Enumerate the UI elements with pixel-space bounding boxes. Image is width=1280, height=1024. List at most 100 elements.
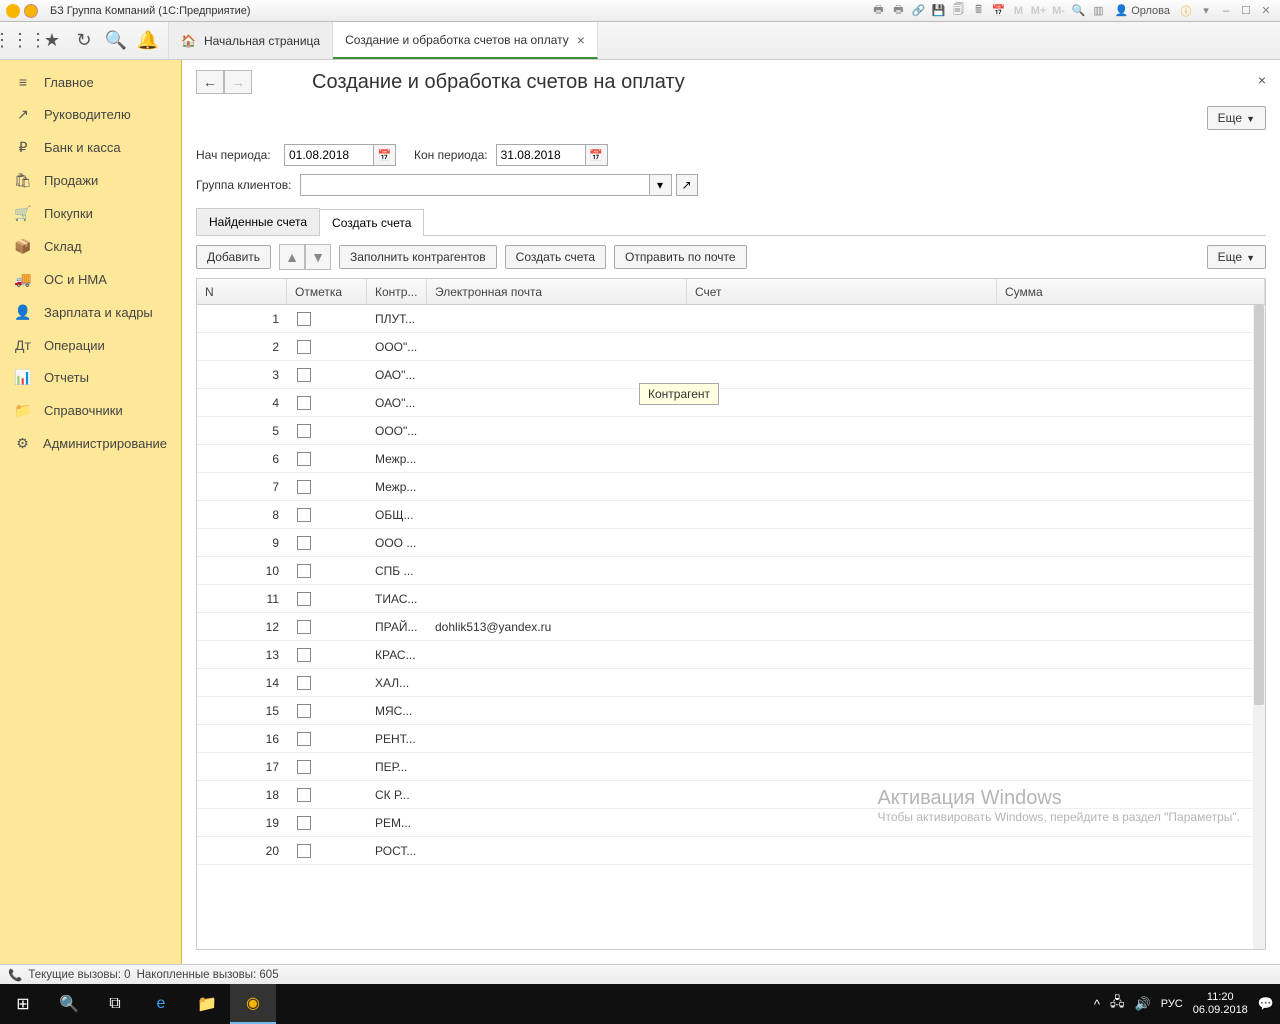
client-group-open-icon[interactable]: ↗ [676,174,698,196]
table-row[interactable]: 5ООО"... [197,417,1265,445]
table-row[interactable]: 20РОСТ... [197,837,1265,865]
tray-volume-icon[interactable]: 🔊 [1135,996,1151,1012]
taskbar-search-icon[interactable]: 🔍 [46,984,92,1024]
table-row[interactable]: 6Межр... [197,445,1265,473]
info-icon[interactable]: ⓘ [1178,3,1194,19]
sidebar-item-6[interactable]: 🚚ОС и НМА [0,263,181,296]
row-checkbox[interactable] [297,788,311,802]
client-group-input[interactable] [300,174,650,196]
sidebar-item-5[interactable]: 📦Склад [0,230,181,263]
col-header-bill[interactable]: Счет [687,279,997,304]
end-date-input[interactable] [496,144,586,166]
sidebar-item-7[interactable]: 👤Зарплата и кадры [0,296,181,329]
row-checkbox[interactable] [297,564,311,578]
table-row[interactable]: 1ПЛУТ... [197,305,1265,333]
sidebar-item-2[interactable]: ₽Банк и касса [0,131,181,164]
close-page-icon[interactable]: × [1258,72,1266,88]
table-row[interactable]: 9ООО ... [197,529,1265,557]
col-header-email[interactable]: Электронная почта [427,279,687,304]
move-up-button[interactable]: ▲ [279,244,305,270]
favorite-icon[interactable]: ★ [36,23,68,59]
task-view-icon[interactable]: ⧉ [92,984,138,1024]
row-checkbox[interactable] [297,312,311,326]
link-icon[interactable]: 🔗 [911,3,927,19]
row-checkbox[interactable] [297,676,311,690]
more-button-actions[interactable]: Еще▼ [1207,245,1266,269]
table-row[interactable]: 17ПЕР... [197,753,1265,781]
tray-lang[interactable]: РУС [1161,998,1183,1010]
row-checkbox[interactable] [297,704,311,718]
end-date-calendar-icon[interactable]: 📅 [586,144,608,166]
row-checkbox[interactable] [297,480,311,494]
move-down-button[interactable]: ▼ [305,244,331,270]
sidebar-item-9[interactable]: 📊Отчеты [0,361,181,394]
row-checkbox[interactable] [297,508,311,522]
send-by-mail-button[interactable]: Отправить по почте [614,245,747,269]
dropdown-icon[interactable] [24,4,38,18]
sidebar-item-8[interactable]: ДтОперации [0,329,181,361]
tray-up-icon[interactable]: ^ [1094,997,1100,1012]
maximize-icon[interactable]: ☐ [1238,3,1254,19]
m-icon[interactable]: M [1011,3,1027,19]
scroll-thumb[interactable] [1254,305,1264,705]
ie-icon[interactable]: e [138,984,184,1024]
row-checkbox[interactable] [297,368,311,382]
table-row[interactable]: 3ОАО"... [197,361,1265,389]
row-checkbox[interactable] [297,816,311,830]
row-checkbox[interactable] [297,592,311,606]
save-icon[interactable]: 💾 [931,3,947,19]
close-window-icon[interactable]: ✕ [1258,3,1274,19]
row-checkbox[interactable] [297,452,311,466]
more-button-top[interactable]: Еще▼ [1207,106,1266,130]
table-row[interactable]: 10СПБ ... [197,557,1265,585]
table-row[interactable]: 4ОАО"... [197,389,1265,417]
sidebar-item-3[interactable]: 🛍Продажи [0,164,181,197]
add-button[interactable]: Добавить [196,245,271,269]
subtab-found[interactable]: Найденные счета [196,208,320,235]
zoom-in-icon[interactable]: 🔍 [1071,3,1087,19]
tab-invoices[interactable]: Создание и обработка счетов на оплату × [333,22,598,59]
start-button[interactable]: ⊞ [0,984,46,1024]
start-date-calendar-icon[interactable]: 📅 [374,144,396,166]
table-row[interactable]: 14ХАЛ... [197,669,1265,697]
table-row[interactable]: 7Межр... [197,473,1265,501]
col-header-sum[interactable]: Сумма [997,279,1265,304]
table-row[interactable]: 11ТИАС... [197,585,1265,613]
start-date-input[interactable] [284,144,374,166]
nav-forward-button[interactable]: → [224,70,252,94]
row-checkbox[interactable] [297,340,311,354]
print2-icon[interactable]: 🖶 [891,3,907,19]
tray-notifications-icon[interactable]: 💬 [1258,996,1274,1012]
create-bills-button[interactable]: Создать счета [505,245,606,269]
vertical-scrollbar[interactable] [1253,305,1265,949]
calc-icon[interactable]: 🖩 [971,3,987,19]
tray-network-icon[interactable]: 🖧 [1110,993,1125,1015]
sidebar-item-4[interactable]: 🛒Покупки [0,197,181,230]
sidebar-item-10[interactable]: 📁Справочники [0,394,181,427]
table-row[interactable]: 12ПРАЙ...dohlik513@yandex.ru [197,613,1265,641]
dropdown-caret-icon[interactable]: ▾ [1198,3,1214,19]
panels-icon[interactable]: ▥ [1091,3,1107,19]
table-row[interactable]: 2ООО"... [197,333,1265,361]
col-header-n[interactable]: N [197,279,287,304]
tray-clock[interactable]: 11:20 06.09.2018 [1193,991,1248,1017]
search-icon[interactable]: 🔍 [100,23,132,59]
table-row[interactable]: 16РЕНТ... [197,725,1265,753]
client-group-dropdown-icon[interactable]: ▾ [650,174,672,196]
explorer-icon[interactable]: 📁 [184,984,230,1024]
m-plus-icon[interactable]: M+ [1031,3,1047,19]
print-icon[interactable]: 🖶 [871,3,887,19]
row-checkbox[interactable] [297,648,311,662]
sidebar-item-0[interactable]: ≡Главное [0,66,181,98]
row-checkbox[interactable] [297,396,311,410]
compare-icon[interactable]: 🗐 [951,3,967,19]
row-checkbox[interactable] [297,620,311,634]
subtab-create[interactable]: Создать счета [319,209,424,236]
row-checkbox[interactable] [297,424,311,438]
row-checkbox[interactable] [297,844,311,858]
table-row[interactable]: 13КРАС... [197,641,1265,669]
row-checkbox[interactable] [297,760,311,774]
tab-close-icon[interactable]: × [577,32,585,48]
nav-back-button[interactable]: ← [196,70,224,94]
user-button[interactable]: 👤 Орлова [1111,3,1175,19]
